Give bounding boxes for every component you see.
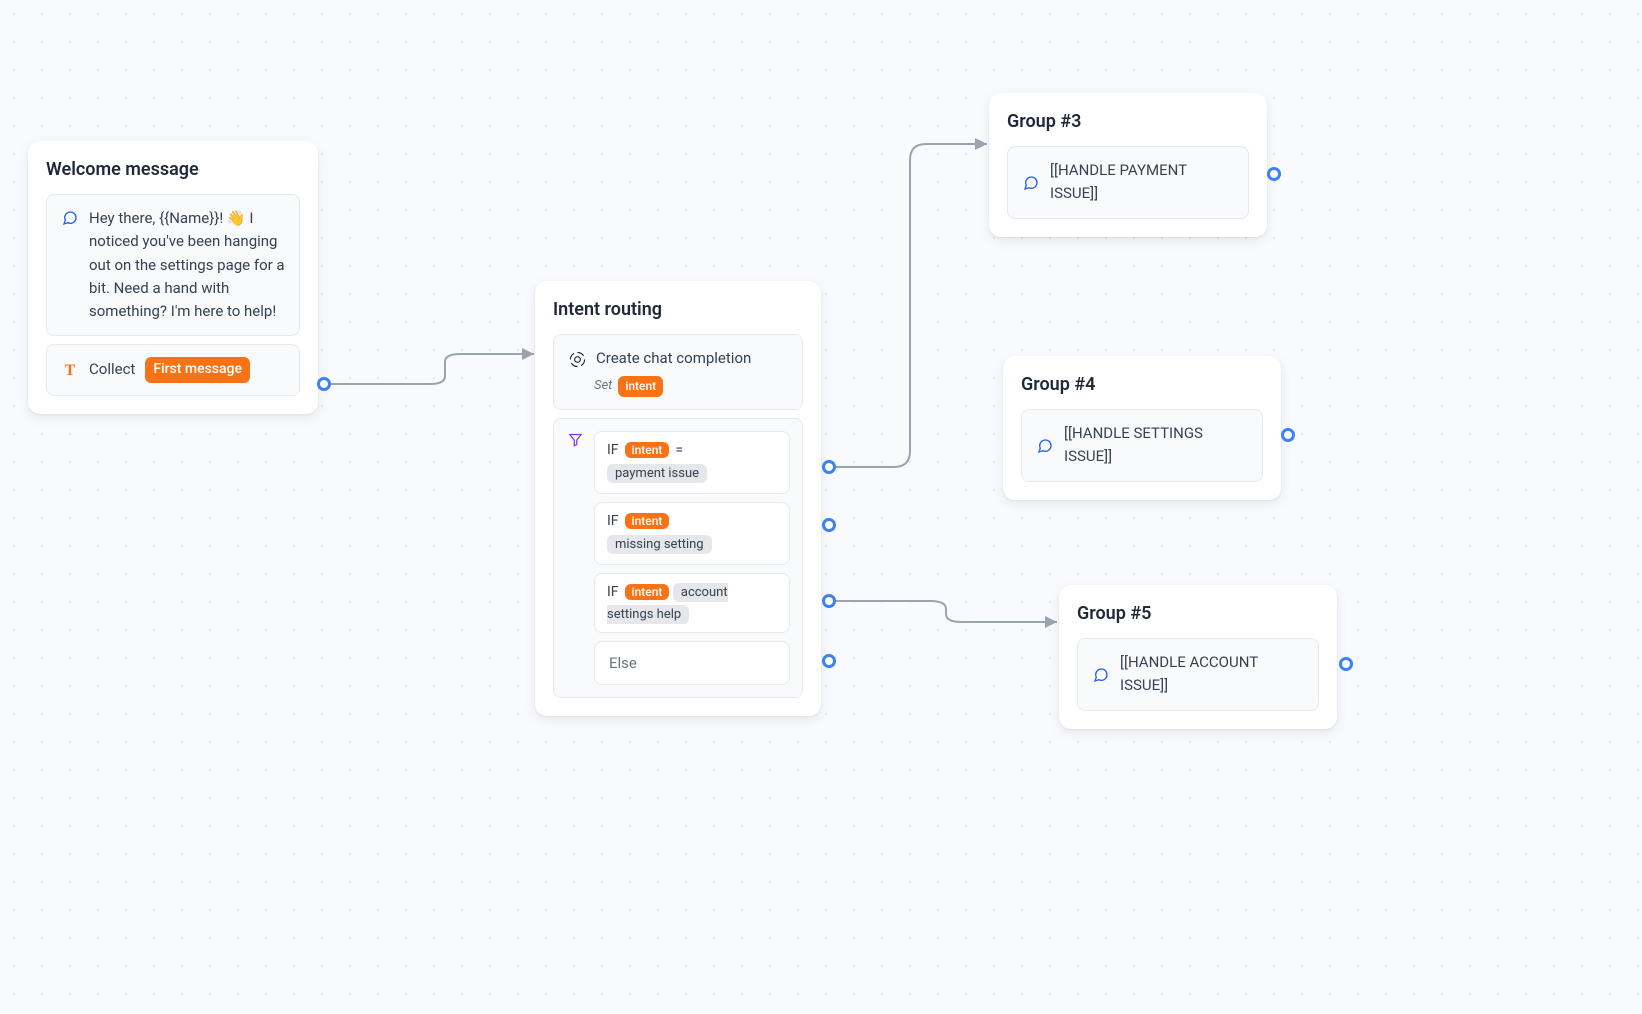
group-handler-text: [[HANDLE SETTINGS ISSUE]] bbox=[1064, 422, 1248, 469]
group-4-card[interactable]: Group #4 [[HANDLE SETTINGS ISSUE]] bbox=[1003, 356, 1281, 500]
routing-port-2[interactable] bbox=[822, 594, 836, 608]
group-3-card[interactable]: Group #3 [[HANDLE PAYMENT ISSUE]] bbox=[989, 93, 1267, 237]
welcome-title: Welcome message bbox=[46, 159, 300, 180]
text-input-icon: T bbox=[61, 362, 79, 380]
chat-completion-block[interactable]: Create chat completion Set intent bbox=[553, 334, 803, 410]
group-title: Group #3 bbox=[1007, 111, 1249, 132]
routing-title: Intent routing bbox=[553, 299, 803, 320]
group-handler-block[interactable]: [[HANDLE PAYMENT ISSUE]] bbox=[1007, 146, 1249, 219]
group-handler-text: [[HANDLE ACCOUNT ISSUE]] bbox=[1120, 651, 1304, 698]
group-handler-block[interactable]: [[HANDLE ACCOUNT ISSUE]] bbox=[1077, 638, 1319, 711]
condition-value: payment issue bbox=[607, 464, 707, 483]
chat-icon bbox=[1092, 666, 1110, 684]
group-5-card[interactable]: Group #5 [[HANDLE ACCOUNT ISSUE]] bbox=[1059, 585, 1337, 729]
group-3-port[interactable] bbox=[1267, 167, 1281, 181]
chat-icon bbox=[61, 209, 79, 227]
routing-port-else[interactable] bbox=[822, 654, 836, 668]
group-handler-block[interactable]: [[HANDLE SETTINGS ISSUE]] bbox=[1021, 409, 1263, 482]
chat-icon bbox=[1022, 174, 1040, 192]
filter-icon bbox=[566, 431, 584, 449]
if-label: IF bbox=[607, 584, 619, 600]
else-label: Else bbox=[609, 654, 637, 672]
routing-port-1[interactable] bbox=[822, 518, 836, 532]
welcome-message-block[interactable]: Hey there, {{Name}}! 👋 I noticed you've … bbox=[46, 194, 300, 336]
eq-label: = bbox=[675, 442, 683, 458]
condition-row-1[interactable]: IF intent missing setting bbox=[594, 502, 790, 565]
welcome-card[interactable]: Welcome message Hey there, {{Name}}! 👋 I… bbox=[28, 141, 318, 414]
group-title: Group #4 bbox=[1021, 374, 1263, 395]
condition-value: missing setting bbox=[607, 535, 712, 554]
collect-variable-chip: First message bbox=[145, 357, 250, 383]
chat-icon bbox=[1036, 437, 1054, 455]
condition-row-2[interactable]: IF intent account settings help bbox=[594, 573, 790, 633]
routing-port-0[interactable] bbox=[822, 460, 836, 474]
welcome-message-text: Hey there, {{Name}}! 👋 I noticed you've … bbox=[89, 207, 285, 323]
else-row[interactable]: Else bbox=[594, 641, 790, 685]
set-label: Set bbox=[594, 376, 612, 396]
condition-variable: intent bbox=[625, 442, 670, 458]
intent-routing-card[interactable]: Intent routing Create chat completion Se… bbox=[535, 281, 821, 716]
group-5-port[interactable] bbox=[1339, 657, 1353, 671]
set-variable-chip: intent bbox=[618, 376, 663, 397]
condition-row-0[interactable]: IF intent = payment issue bbox=[594, 431, 790, 494]
if-label: IF bbox=[607, 442, 619, 458]
group-4-port[interactable] bbox=[1281, 428, 1295, 442]
group-title: Group #5 bbox=[1077, 603, 1319, 624]
collect-block[interactable]: T Collect First message bbox=[46, 344, 300, 396]
if-label: IF bbox=[607, 513, 619, 529]
collect-label: Collect bbox=[89, 358, 135, 381]
condition-variable: intent bbox=[625, 584, 670, 600]
condition-variable: intent bbox=[625, 513, 670, 529]
filter-block[interactable]: IF intent = payment issue IF intent miss… bbox=[553, 418, 803, 698]
chat-completion-label: Create chat completion bbox=[596, 347, 751, 370]
group-handler-text: [[HANDLE PAYMENT ISSUE]] bbox=[1050, 159, 1234, 206]
welcome-output-port[interactable] bbox=[317, 377, 331, 391]
openai-icon bbox=[568, 351, 586, 369]
